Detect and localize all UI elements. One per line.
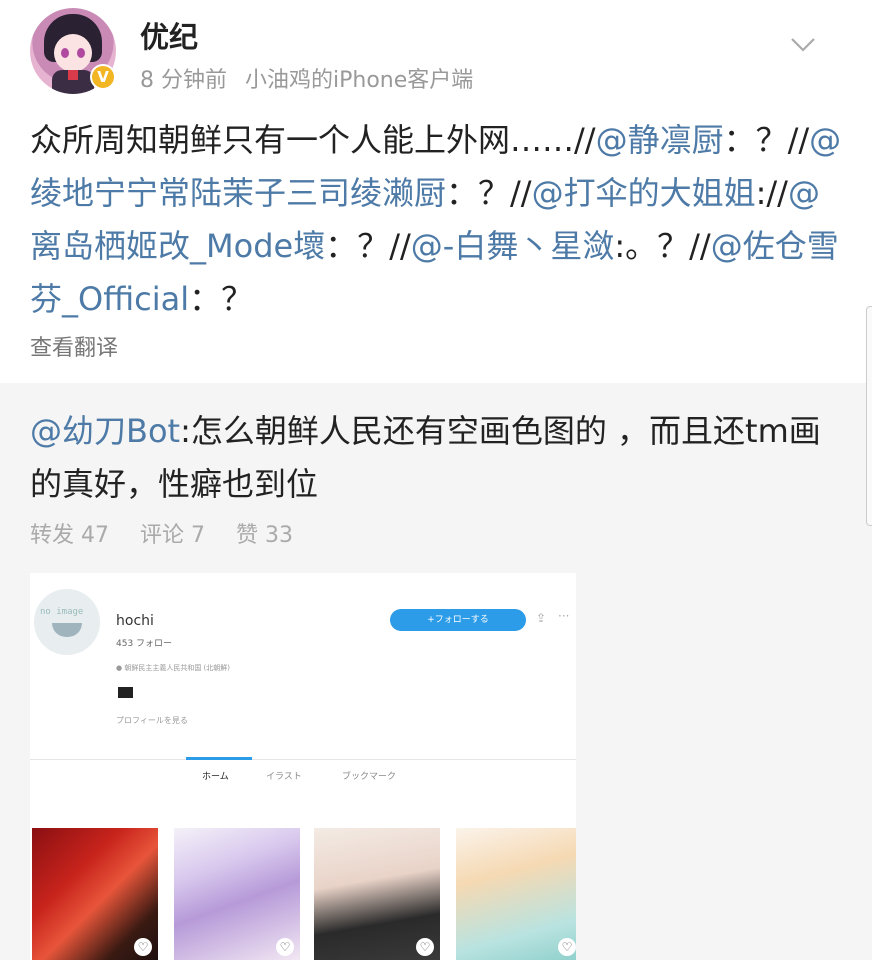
heart-icon: ♡ (276, 938, 294, 956)
post-meta: 8 分钟前 小油鸡的iPhone客户端 (140, 62, 473, 94)
screenshot-thumbnail: ♡ (32, 828, 158, 960)
post-text-segment: ：？// (446, 174, 532, 212)
screenshot-avatar-logo: no image (40, 607, 84, 617)
heart-icon: ♡ (416, 938, 434, 956)
screenshot-thumbnail: ♡ (456, 828, 576, 960)
screenshot-profile-link: プロフィールを見る (116, 716, 188, 725)
post-source: 小油鸡的iPhone客户端 (245, 68, 474, 93)
post-text-segment: :// (755, 174, 788, 212)
attached-screenshot[interactable]: no image hochi 453 フォロー ● 朝鲜民主主義人民共和国 (北… (30, 573, 576, 960)
screenshot-divider (30, 759, 576, 760)
mail-icon (118, 687, 133, 698)
screenshot-follows: 453 フォロー (116, 639, 173, 649)
screenshot-thumbnail: ♡ (314, 828, 440, 960)
post-text-segment: :。？// (614, 227, 711, 265)
screenshot-active-tab-indicator (186, 757, 252, 760)
like-count[interactable]: 赞 33 (236, 523, 293, 548)
chevron-down-icon[interactable] (788, 34, 818, 54)
post-text-segment: ：？// (325, 227, 411, 265)
post-body: 众所周知朝鲜只有一个人能上外网……//@静凛厨：？//@绫地宁宁常陆茉子三司绫濑… (30, 114, 850, 326)
screenshot-username: hochi (116, 613, 154, 629)
username[interactable]: 优纪 (140, 14, 198, 56)
repost-author-mention[interactable]: @幼刀Bot (30, 412, 180, 450)
comment-count[interactable]: 评论 7 (140, 523, 205, 548)
screenshot-tab-bookmark: ブックマーク (342, 772, 397, 782)
post-time: 8 分钟前 (140, 68, 227, 93)
screenshot-follow-button: +フォローする (390, 609, 526, 631)
post-text-segment: ：？// (723, 121, 810, 159)
screenshot-location: ● 朝鲜民主主義人民共和国 (北朝鮮) (116, 664, 231, 672)
scroll-handle[interactable] (866, 306, 872, 526)
post-text-segment: 众所周知朝鲜只有一个人能上外网……// (30, 121, 596, 159)
more-icon: ··· (558, 609, 570, 623)
mention-link[interactable]: @静凛厨 (596, 121, 724, 159)
repost-text: @幼刀Bot:怎么朝鲜人民还有空画色图的 ，而且还tm画的真好，性癖也到位 (30, 405, 840, 511)
mention-link[interactable]: @打伞的大姐姐 (532, 174, 756, 212)
repost-stats: 转发 47 评论 7 赞 33 (30, 517, 317, 549)
post-header: V 优纪 8 分钟前 小油鸡的iPhone客户端 (0, 0, 872, 110)
screenshot-tab-home: ホーム (202, 772, 229, 782)
reposted-content[interactable]: @幼刀Bot:怎么朝鲜人民还有空画色图的 ，而且还tm画的真好，性癖也到位 转发… (0, 383, 872, 960)
screenshot-tab-illust: イラスト (266, 772, 302, 782)
translate-link[interactable]: 查看翻译 (30, 330, 118, 362)
verified-badge-icon: V (90, 64, 116, 90)
repost-count[interactable]: 转发 47 (30, 523, 109, 548)
mention-link[interactable]: @-白舞丶星潋 (411, 227, 615, 265)
heart-icon: ♡ (134, 938, 152, 956)
share-icon: ⇪ (536, 611, 547, 625)
post-text-segment: ：？ (189, 280, 254, 318)
screenshot-avatar: no image (34, 589, 100, 655)
heart-icon: ♡ (558, 938, 576, 956)
screenshot-thumbnail: ♡ (174, 828, 300, 960)
